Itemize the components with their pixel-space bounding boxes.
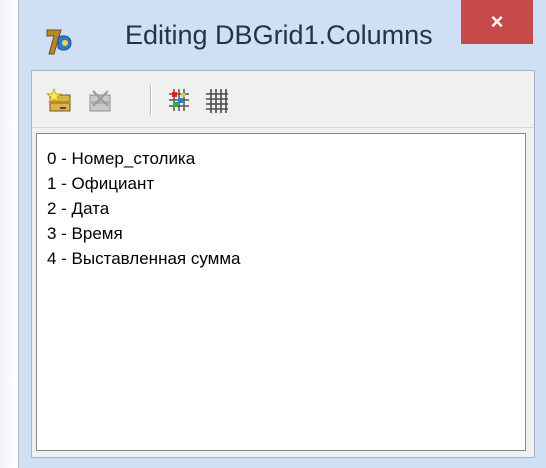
delete-selected-icon [89, 90, 111, 112]
add-all-fields-icon [169, 89, 189, 111]
columns-editor-window: Editing DBGrid1.Columns × 0 - Номер_стол… [18, 0, 546, 468]
list-item[interactable]: 4 - Выставленная сумма [47, 246, 525, 271]
list-item[interactable]: 3 - Время [47, 221, 525, 246]
list-item[interactable]: 0 - Номер_столика [47, 146, 525, 171]
list-item[interactable]: 2 - Дата [47, 196, 525, 221]
list-item[interactable]: 1 - Официант [47, 171, 525, 196]
close-icon: × [490, 9, 504, 34]
title-bar[interactable]: Editing DBGrid1.Columns × [19, 0, 546, 78]
close-button[interactable]: × [461, 0, 533, 44]
desktop-background [0, 0, 18, 468]
window-title: Editing DBGrid1.Columns [125, 20, 433, 50]
add-new-icon [45, 88, 71, 112]
toolbar [32, 71, 534, 128]
grid-icon [206, 89, 228, 113]
client-area: 0 - Номер_столика 1 - Официант 2 - Дата … [31, 70, 535, 458]
toolbar-separator [150, 85, 152, 115]
add-all-fields-button[interactable] [162, 83, 196, 117]
columns-list[interactable]: 0 - Номер_столика 1 - Официант 2 - Дата … [36, 133, 526, 451]
delete-selected-button[interactable] [82, 83, 116, 117]
delphi-app-icon [46, 29, 72, 55]
restore-defaults-button[interactable] [200, 83, 234, 117]
add-new-button[interactable] [42, 83, 76, 117]
